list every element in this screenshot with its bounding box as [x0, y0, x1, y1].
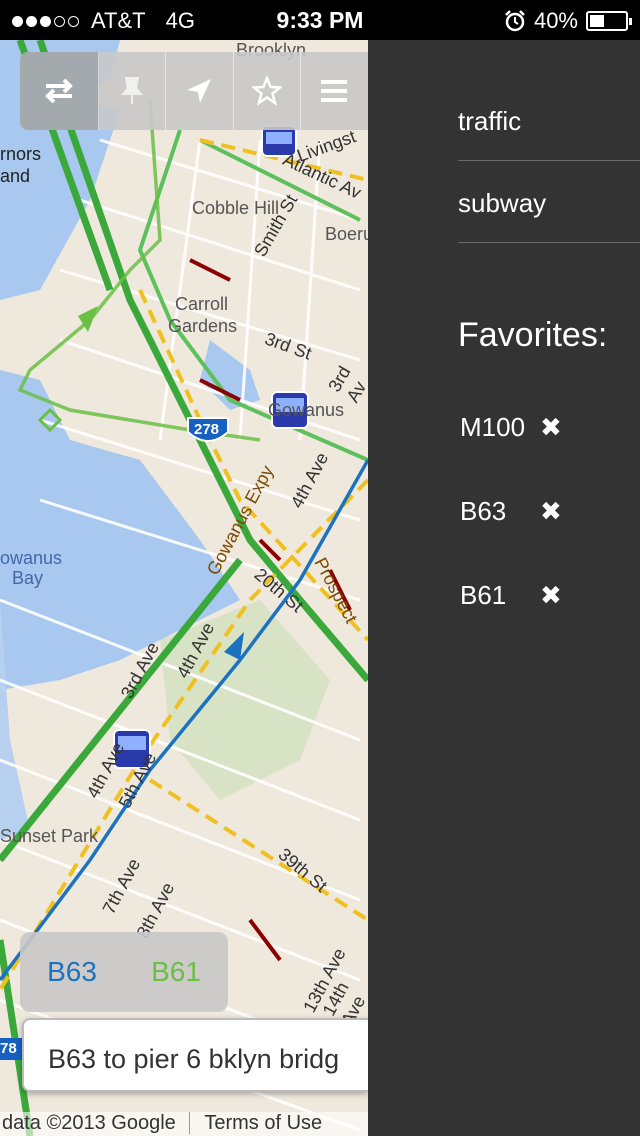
favorite-item[interactable]: M100 ✖ — [460, 412, 562, 443]
map-label: Boeru — [325, 224, 368, 244]
side-menu: traffic subway Favorites: M100 ✖ B63 ✖ B… — [368, 40, 640, 1136]
terms-of-use-link[interactable]: Terms of Use — [189, 1112, 323, 1134]
map-label: Gardens — [168, 316, 238, 336]
remove-favorite-icon[interactable]: ✖ — [540, 580, 562, 611]
route-info-text: B63 to pier 6 bklyn bridg — [48, 1044, 340, 1074]
menu-item-subway[interactable]: subway — [458, 188, 640, 219]
location-button[interactable] — [166, 52, 234, 130]
map-label: Prospect — [310, 554, 362, 627]
menu-button[interactable] — [301, 52, 368, 130]
map-label: Carroll — [175, 294, 229, 314]
map-label: 7th Ave — [98, 855, 145, 918]
remove-favorite-icon[interactable]: ✖ — [540, 496, 562, 527]
pin-icon — [121, 77, 144, 104]
location-arrow-icon — [187, 79, 212, 103]
swap-icon — [45, 78, 73, 104]
map-label: 4th Ave — [172, 619, 219, 682]
favorite-item[interactable]: B63 ✖ — [460, 496, 562, 527]
map-toolbar — [20, 52, 368, 130]
map-label: 39th St — [274, 844, 332, 897]
pin-button[interactable] — [99, 52, 167, 130]
map-label: 3rd St — [262, 328, 315, 364]
map-label: and — [0, 166, 31, 186]
battery-icon — [586, 11, 632, 31]
favorite-item[interactable]: B61 ✖ — [460, 580, 562, 611]
star-icon — [251, 76, 282, 106]
map-label: 20th St — [250, 564, 308, 617]
map-label: Gowanus — [268, 400, 345, 420]
route-tab-b63[interactable]: B63 — [47, 956, 97, 988]
map-label: Bay — [12, 568, 44, 588]
favorite-name[interactable]: B63 — [460, 496, 540, 527]
battery-percent: 40% — [533, 8, 578, 33]
map-attribution: data ©2013 Google Terms of Use — [0, 1112, 368, 1136]
remove-favorite-icon[interactable]: ✖ — [540, 412, 562, 443]
map-label: 3rd Av — [324, 362, 368, 406]
map-label: Cobble Hill — [192, 198, 280, 218]
status-right: 40% — [504, 8, 632, 34]
route-tab-b61[interactable]: B61 — [151, 956, 201, 988]
favorite-name[interactable]: M100 — [460, 412, 540, 443]
favorite-name[interactable]: B61 — [460, 580, 540, 611]
attribution-data: data ©2013 Google — [2, 1112, 176, 1134]
map-label: rnors — [0, 144, 42, 164]
map-label: owanus — [0, 548, 63, 568]
menu-item-traffic[interactable]: traffic — [458, 106, 640, 137]
shield-label: 78 — [0, 1040, 17, 1057]
menu-divider — [458, 242, 640, 243]
alarm-icon — [505, 10, 525, 32]
swap-button[interactable] — [20, 52, 100, 130]
favorite-button[interactable] — [234, 52, 301, 130]
menu-icon — [321, 80, 348, 102]
map-label: 4th Ave — [286, 449, 333, 512]
status-bar: AT&T 4G 9:33 PM 40% — [0, 0, 640, 40]
favorites-heading: Favorites: — [458, 316, 608, 354]
route-info-box[interactable]: B63 to pier 6 bklyn bridg — [22, 1018, 368, 1092]
map-label: 3rd Ave — [116, 638, 164, 702]
map-label: Sunset Park — [0, 826, 99, 846]
shield-label: 278 — [194, 421, 220, 438]
menu-divider — [458, 160, 640, 161]
route-tabs: B63 B61 — [20, 932, 228, 1012]
map-label: Gowanus Expy — [202, 462, 278, 579]
